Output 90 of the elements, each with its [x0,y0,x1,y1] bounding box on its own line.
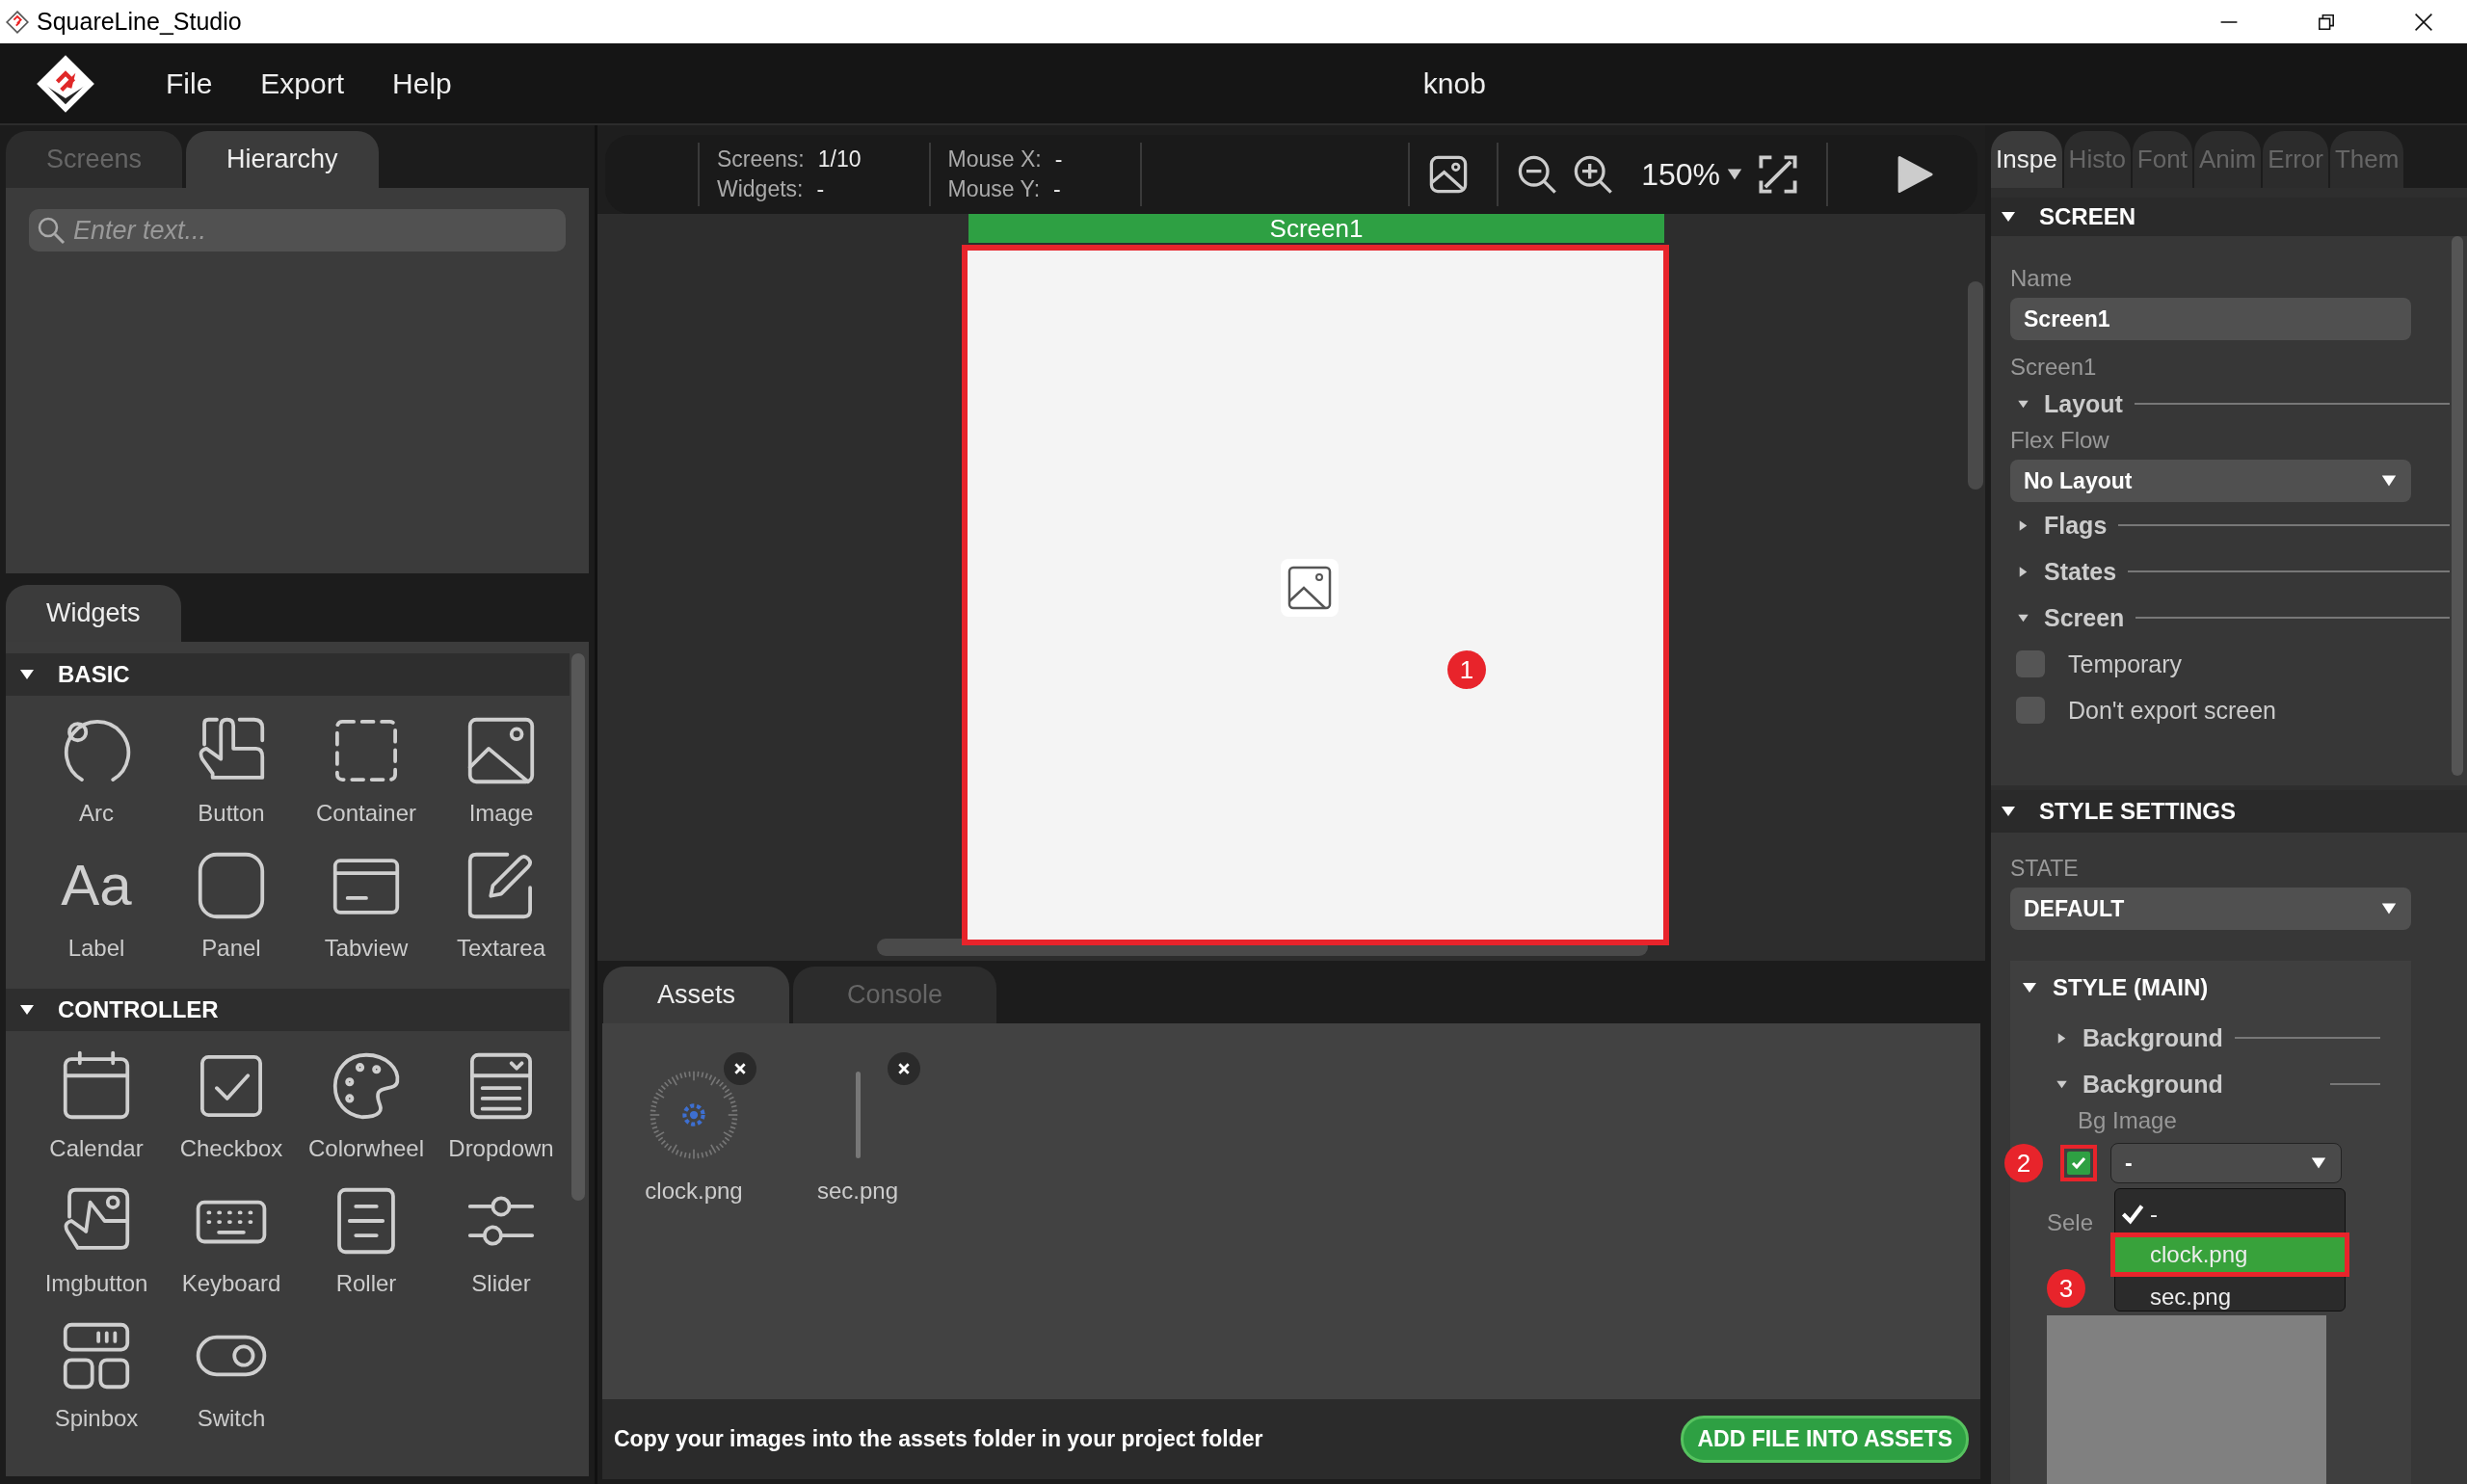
check-icon [2121,1203,2144,1226]
widget-tile[interactable]: Container [299,705,434,840]
field-label: Name [2010,265,2074,292]
widget-tile[interactable]: Colorwheel [299,1041,434,1176]
panel-tab[interactable]: Hierarchy [186,131,379,188]
image-placeholder-icon [1281,559,1339,617]
stat-label: Screens: [717,146,805,172]
state-dropdown[interactable]: DEFAULT [2010,888,2411,930]
widget-tile[interactable]: Image [434,705,569,840]
widget-tile[interactable]: Aa Label [29,840,164,975]
panel-tab[interactable]: Assets [603,967,790,1023]
group-title[interactable]: Layout [2044,389,2123,418]
scrollbar[interactable] [1968,281,1983,490]
close-icon [733,1062,747,1075]
project-title: knob [1422,66,1486,100]
widget-tile[interactable]: Calendar [29,1041,164,1176]
stat-value: - [1054,146,1063,172]
screen-preview[interactable] [962,245,1669,945]
option-label: Temporary [2068,649,2183,678]
group-title[interactable]: Screen [2044,603,2125,632]
zoom-dropdown[interactable]: 150% [1641,156,1743,193]
group-title[interactable]: Background [2082,1023,2223,1052]
bg-image-dropdown[interactable]: - [2110,1143,2342,1183]
stat-label: Mouse Y: [947,176,1041,202]
zoom-in-icon[interactable] [1572,153,1615,196]
widget-tile[interactable]: Arc [29,705,164,840]
dropdown-option[interactable]: - [2115,1197,2345,1232]
step-marker: 2 [2004,1144,2043,1182]
panel-tab[interactable]: Inspe [1991,131,2062,188]
group-title[interactable]: Background [2082,1070,2223,1099]
checkbox[interactable] [2016,697,2045,724]
name-field[interactable]: Screen1 [2010,298,2411,340]
section-title: SCREEN [2039,203,2136,230]
app-logo-icon [6,10,29,34]
widget-tile[interactable]: Dropdown [434,1041,569,1176]
widget-tile[interactable]: Button [164,705,299,840]
stat-label: Widgets: [717,176,804,202]
field-label: STATE [2010,856,2080,882]
asset-item[interactable]: clock.png [631,1052,756,1205]
remove-button[interactable] [888,1052,920,1085]
checkbox[interactable] [2067,1152,2090,1175]
panel-tab[interactable]: Widgets [6,585,181,642]
search-field[interactable]: Enter text... [29,209,566,252]
group-header[interactable]: BASIC [6,653,570,696]
menu-item[interactable]: Export [260,66,345,100]
asset-item[interactable]: sec.png [795,1052,920,1205]
section-title: STYLE SETTINGS [2039,798,2237,825]
flex-flow-dropdown[interactable]: No Layout [2010,460,2411,502]
window-title: SquareLine_Studio [37,8,242,36]
stat-label: Mouse X: [947,146,1042,172]
widget-tile[interactable]: Roller [299,1176,434,1311]
widget-tile[interactable]: Keyboard [164,1176,299,1311]
field-label: Sele [2047,1209,2094,1236]
section-header[interactable]: SCREEN [1991,198,2467,236]
field-label: Flex Flow [2010,427,2110,454]
scrollbar[interactable] [571,653,585,1201]
text-glyph-icon: Aa [61,844,132,927]
group-title[interactable]: STYLE (MAIN) [2053,974,2209,1001]
zoom-out-icon[interactable] [1516,153,1559,196]
field-label: Bg Image [2078,1107,2178,1134]
widget-tile[interactable]: Imgbutton [29,1176,164,1311]
fit-screen-icon[interactable] [1756,153,1799,196]
widget-tile[interactable]: Switch [164,1311,299,1445]
group-header[interactable]: CONTROLLER [6,989,570,1031]
widget-tile[interactable]: Tabview [299,840,434,975]
stat-value: - [816,176,825,202]
widget-tile[interactable]: Spinbox [29,1311,164,1445]
close-icon [897,1062,911,1075]
hint-text: Copy your images into the assets folder in your project folder [614,1426,1263,1452]
menu-item[interactable]: Help [392,66,452,100]
scrollbar[interactable] [2452,236,2463,776]
group-title: BASIC [58,661,130,688]
step-marker: 3 [2047,1269,2085,1308]
widget-tile[interactable]: Slider [434,1176,569,1311]
stat-value: - [1053,176,1061,202]
checkbox[interactable] [2016,650,2045,677]
dropdown-option[interactable]: sec.png [2115,1280,2345,1314]
menu-item[interactable]: File [166,66,213,100]
widget-tile[interactable]: Checkbox [164,1041,299,1176]
group-title[interactable]: Flags [2044,511,2108,540]
group-title[interactable]: States [2044,557,2117,586]
group-title: CONTROLLER [58,996,219,1023]
section-header[interactable]: STYLE SETTINGS [1991,790,2467,833]
stat-value: 1/10 [817,146,862,172]
widget-tile[interactable]: Panel [164,840,299,975]
widget-tile[interactable]: Textarea [434,840,569,975]
search-icon [37,216,66,245]
remove-button[interactable] [724,1052,756,1085]
object-type: Screen1 [2010,354,2098,381]
option-label: Don't export screen [2068,696,2276,725]
